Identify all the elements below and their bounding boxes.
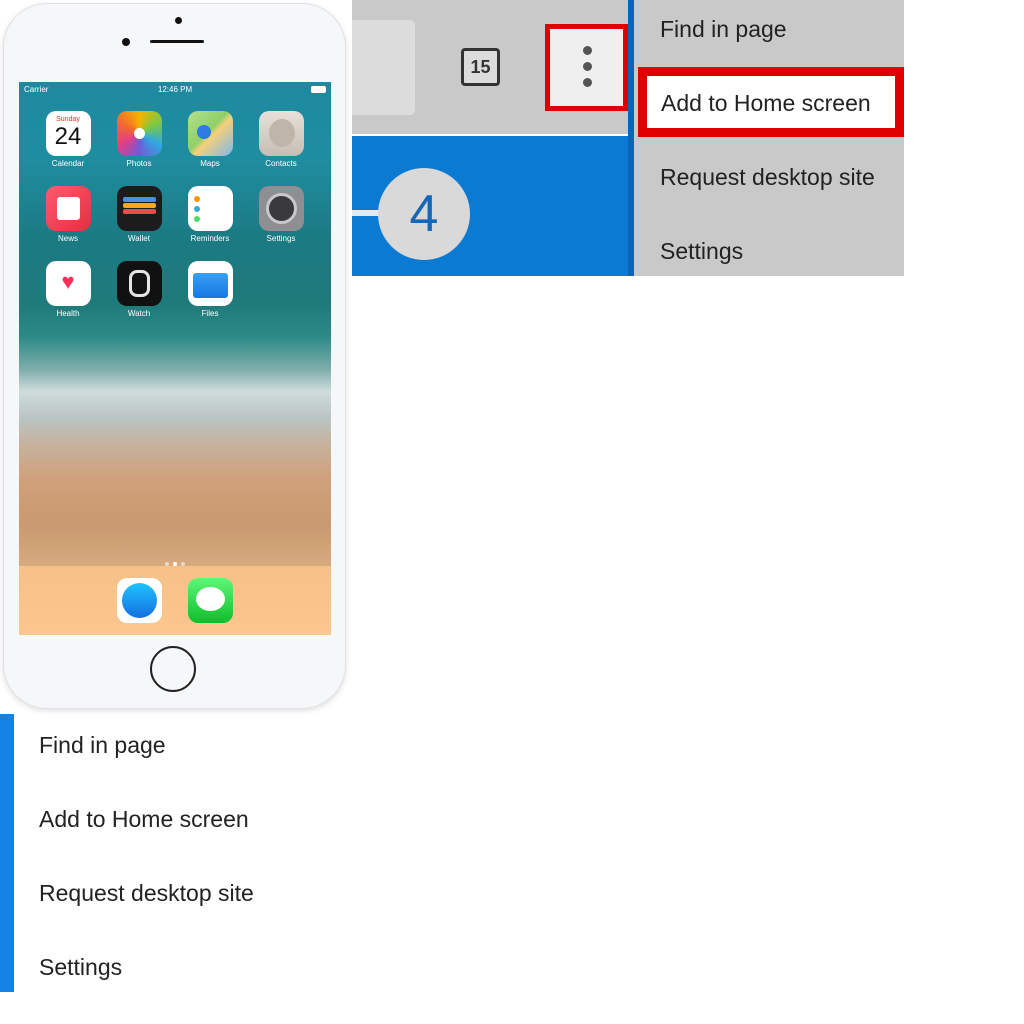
menu-item-request-desktop-site[interactable]: Request desktop site <box>39 880 254 907</box>
three-dot-menu-icon[interactable] <box>545 24 628 111</box>
menu-item-settings[interactable]: Settings <box>39 954 122 981</box>
iphone-mockup: Carrier 12:46 PM Sunday 24 Calendar Phot… <box>3 3 346 709</box>
browser-toolbar: 15 <box>352 0 628 134</box>
calendar-day: Sunday <box>56 116 80 123</box>
step-callout: 4 <box>378 168 470 260</box>
messages-icon[interactable] <box>188 578 233 623</box>
menu-item-find-in-page[interactable]: Find in page <box>660 16 787 43</box>
tab-switcher-button[interactable]: 15 <box>461 48 500 86</box>
app-label: Wallet <box>128 234 150 243</box>
home-screen: Carrier 12:46 PM Sunday 24 Calendar Phot… <box>19 82 331 635</box>
app-contacts[interactable]: Contacts <box>255 111 307 168</box>
app-label: News <box>57 234 78 243</box>
battery-icon <box>311 86 326 93</box>
menu-item-add-to-home-screen[interactable]: Add to Home screen <box>638 67 904 137</box>
calendar-icon: Sunday 24 <box>45 111 91 156</box>
menu-item-settings[interactable]: Settings <box>660 238 743 265</box>
app-wallet[interactable]: Wallet <box>113 186 165 243</box>
menu-item-label: Add to Home screen <box>661 90 871 116</box>
app-watch[interactable]: Watch <box>113 261 165 318</box>
settings-icon <box>258 186 304 231</box>
photos-icon <box>116 111 162 156</box>
home-button[interactable] <box>150 646 196 692</box>
news-icon <box>45 186 91 231</box>
page-content-band: 4 <box>352 136 633 276</box>
reminders-icon <box>187 186 233 231</box>
app-label: Settings <box>266 234 296 243</box>
earpiece-speaker <box>150 40 204 43</box>
overflow-menu: Find in page Add to Home screen Request … <box>634 0 904 276</box>
health-icon: ♥ <box>45 261 91 306</box>
app-files[interactable]: Files <box>184 261 236 318</box>
app-label: Calendar <box>51 159 85 168</box>
overflow-menu-bottom: Find in page Add to Home screen Request … <box>0 714 350 992</box>
app-label: Files <box>201 309 219 318</box>
menu-item-add-to-home-screen[interactable]: Add to Home screen <box>39 806 249 833</box>
app-label: Photos <box>126 159 152 168</box>
contacts-icon <box>258 111 304 156</box>
app-label: Watch <box>127 309 151 318</box>
app-reminders[interactable]: Reminders <box>184 186 236 243</box>
app-label: Health <box>56 309 80 318</box>
app-photos[interactable]: Photos <box>113 111 165 168</box>
app-health[interactable]: ♥ Health <box>42 261 94 318</box>
status-time: 12:46 PM <box>157 85 193 94</box>
status-bar: Carrier 12:46 PM <box>19 82 331 98</box>
maps-icon <box>187 111 233 156</box>
wallet-icon <box>116 186 162 231</box>
address-bar[interactable] <box>352 20 415 115</box>
calendar-date: 24 <box>54 123 82 150</box>
watch-icon <box>116 261 162 306</box>
app-label: Contacts <box>265 159 297 168</box>
front-camera <box>175 17 182 24</box>
app-calendar[interactable]: Sunday 24 Calendar <box>42 111 94 168</box>
app-maps[interactable]: Maps <box>184 111 236 168</box>
app-settings[interactable]: Settings <box>255 186 307 243</box>
menu-item-find-in-page[interactable]: Find in page <box>39 732 166 759</box>
safari-icon[interactable] <box>117 578 162 623</box>
app-label: Reminders <box>190 234 230 243</box>
dock <box>19 566 331 635</box>
app-label: Maps <box>200 159 220 168</box>
files-icon <box>187 261 233 306</box>
menu-accent-bar <box>0 714 14 992</box>
app-news[interactable]: News <box>42 186 94 243</box>
menu-item-request-desktop-site[interactable]: Request desktop site <box>660 164 875 191</box>
proximity-sensor <box>122 38 130 46</box>
